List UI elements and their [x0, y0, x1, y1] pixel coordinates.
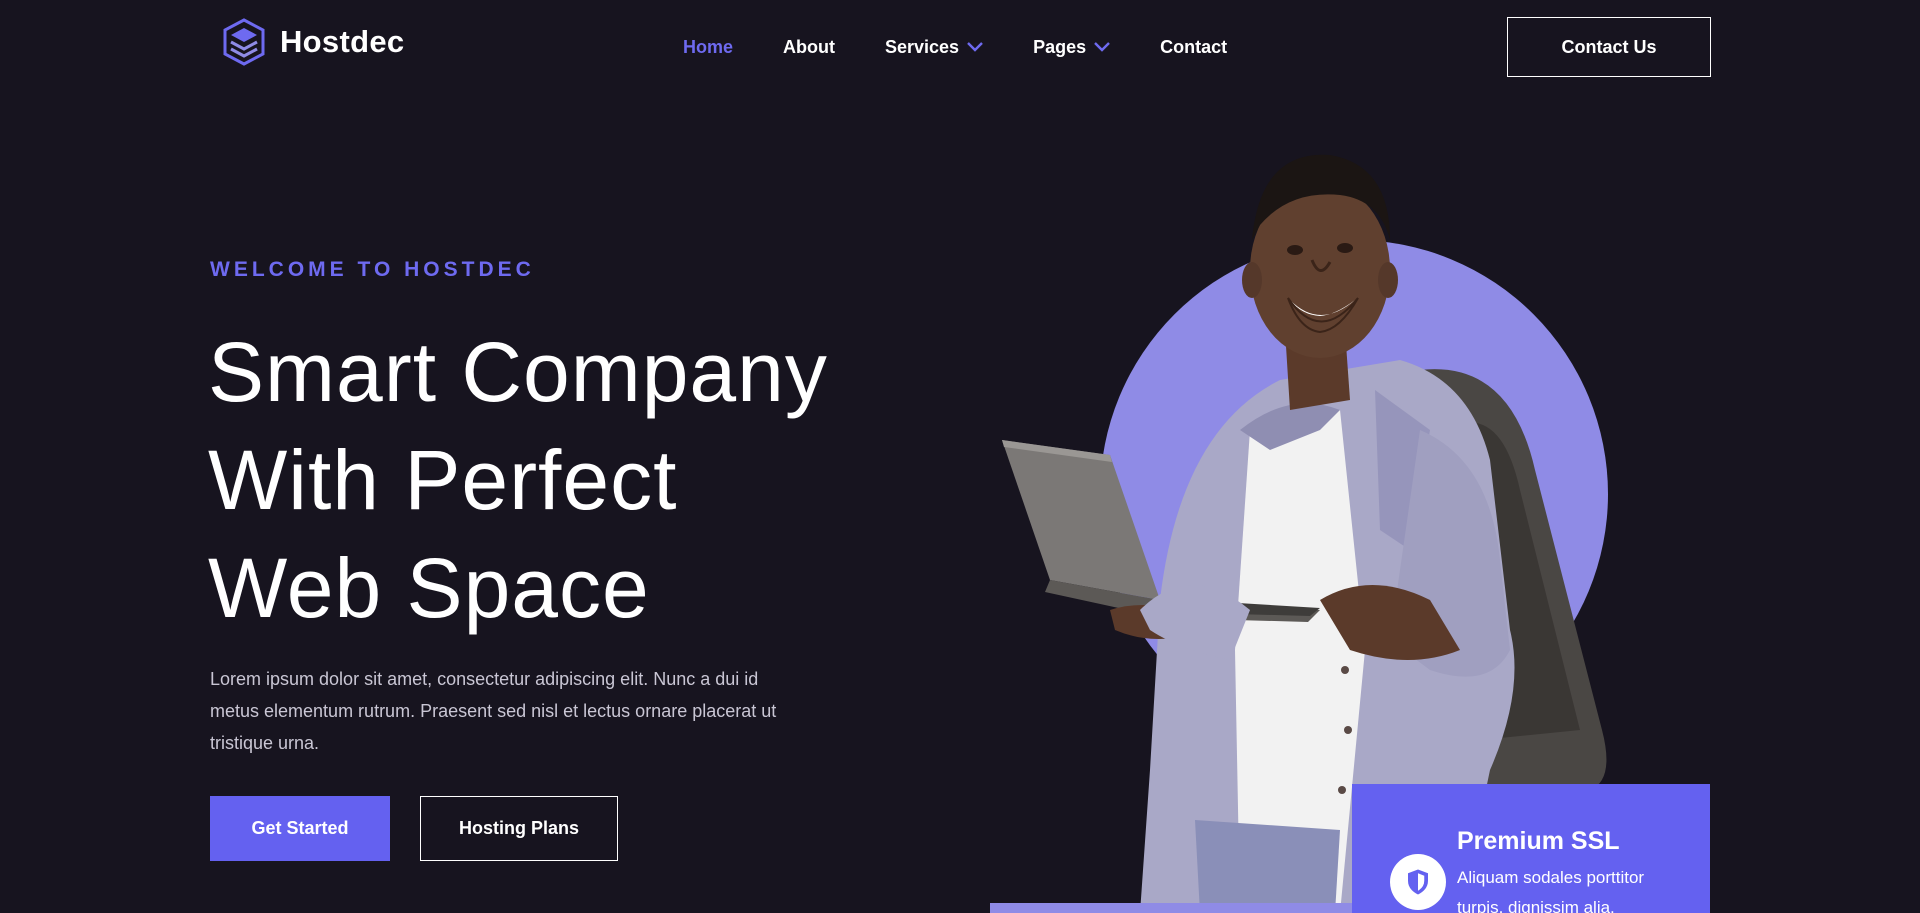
site-header: Hostdec Home About Services Pages Contac… — [0, 0, 1920, 95]
nav-item-about-label: About — [783, 36, 835, 57]
get-started-button[interactable]: Get Started — [210, 796, 390, 861]
contact-us-button[interactable]: Contact Us — [1507, 17, 1711, 77]
hosting-plans-button[interactable]: Hosting Plans — [420, 796, 618, 861]
nav-item-pages-label: Pages — [1033, 36, 1087, 57]
hero-title-line-3: Web Space — [208, 541, 650, 635]
hero-title-line-1: Smart Company — [208, 325, 828, 419]
brand-name: Hostdec — [280, 24, 405, 59]
premium-ssl-card: Premium SSL Aliquam sodales porttitor tu… — [1352, 784, 1710, 913]
nav-item-services[interactable]: Services — [885, 37, 983, 58]
nav-item-home-label: Home — [683, 36, 734, 57]
hero-eyebrow: WELCOME TO HOSTDEC — [210, 258, 535, 281]
hero-bottom-strip — [990, 903, 1370, 913]
main-nav: Home About Services Pages Contact — [683, 34, 1227, 60]
nav-item-home[interactable]: Home — [683, 37, 733, 58]
chevron-down-icon — [967, 42, 983, 52]
nav-item-contact-label: Contact — [1160, 36, 1228, 57]
nav-item-services-label: Services — [885, 36, 960, 57]
ssl-card-title: Premium SSL — [1457, 827, 1620, 855]
shield-icon — [1408, 869, 1428, 895]
chevron-down-icon — [1094, 42, 1110, 52]
page: Hostdec Home About Services Pages Contac… — [0, 0, 1920, 913]
hero-title: Smart Company With Perfect Web Space — [208, 318, 1008, 642]
nav-item-about[interactable]: About — [783, 37, 835, 58]
ssl-card-text: Aliquam sodales porttitor turpis, dignis… — [1457, 868, 1645, 913]
brand-logo[interactable]: Hostdec — [222, 18, 404, 66]
hero-title-line-2: With Perfect — [208, 433, 678, 527]
hero-description: Lorem ipsum dolor sit amet, consectetur … — [210, 669, 777, 753]
ssl-badge — [1390, 854, 1446, 910]
nav-item-contact[interactable]: Contact — [1160, 37, 1227, 58]
nav-item-pages[interactable]: Pages — [1033, 37, 1110, 58]
layered-hexagon-logo-icon — [223, 18, 265, 66]
